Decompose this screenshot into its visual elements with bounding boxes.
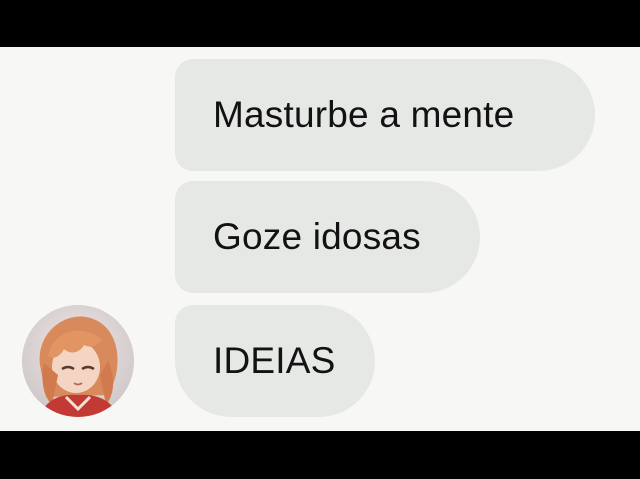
letterbox-top — [0, 0, 640, 47]
message-text: IDEIAS — [213, 340, 336, 381]
message-text: Goze idosas — [213, 216, 421, 257]
anime-character-avatar-icon — [22, 305, 134, 417]
message-bubble[interactable]: Masturbe a mente — [175, 59, 595, 171]
avatar[interactable] — [22, 305, 134, 417]
letterbox-bottom — [0, 431, 640, 479]
message-bubble[interactable]: IDEIAS — [175, 305, 375, 417]
message-bubble[interactable]: Goze idosas — [175, 181, 480, 293]
message-text: Masturbe a mente — [213, 94, 515, 135]
chat-thread: Masturbe a mente Goze idosas IDEIAS — [0, 47, 640, 431]
